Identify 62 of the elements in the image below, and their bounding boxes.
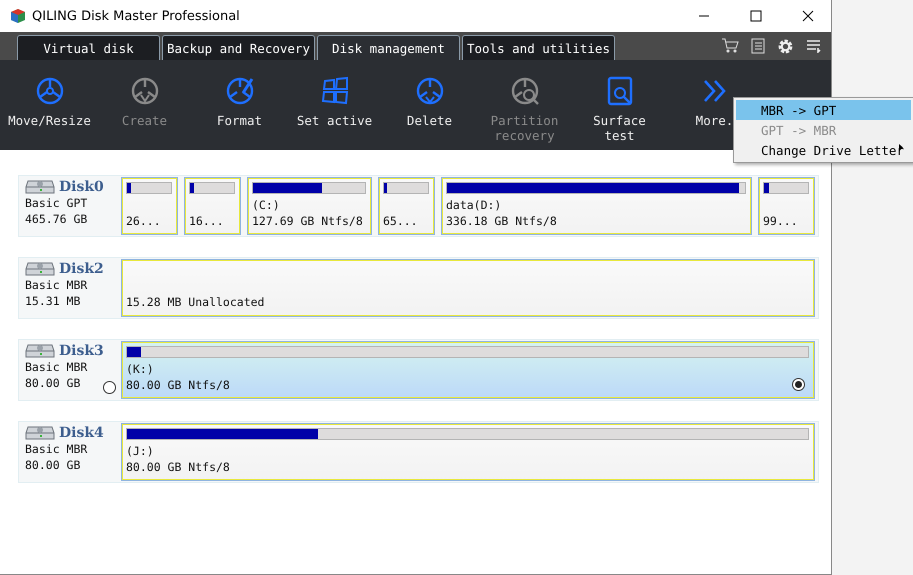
- app-logo-icon: [10, 8, 26, 24]
- partition-block[interactable]: 65...: [378, 178, 434, 234]
- disk-size: 15.31 MB: [25, 293, 80, 309]
- partition-info: 80.00 GB Ntfs/8: [126, 459, 230, 475]
- cart-icon[interactable]: [721, 38, 739, 54]
- partition-block[interactable]: (J:) 80.00 GB Ntfs/8: [122, 424, 814, 480]
- partition-block[interactable]: 99...: [759, 178, 814, 234]
- toolbar-button[interactable]: Format: [192, 60, 287, 150]
- toolbar-button[interactable]: Move/Resize: [2, 60, 97, 150]
- hard-drive-icon: [25, 425, 55, 441]
- tab[interactable]: Virtual disk: [17, 35, 160, 60]
- hard-drive-icon: [25, 261, 55, 277]
- disk-row[interactable]: Disk0 Basic GPT 465.76 GB 26... 16... (C:) 127.69 GB Ntfs/8 65... data(D:) 336.18 GB Ntfs/8 99...: [18, 175, 819, 237]
- document-icon[interactable]: [751, 38, 765, 54]
- partition-block[interactable]: data(D:) 336.18 GB Ntfs/8: [442, 178, 751, 234]
- tab[interactable]: Disk management: [317, 35, 460, 60]
- partition-label: data(D:): [446, 197, 502, 213]
- disk-type: Basic GPT: [25, 195, 88, 211]
- disk-row[interactable]: Disk3 Basic MBR 80.00 GB (K:) 80.00 GB Ntfs/8: [18, 339, 819, 401]
- disk-row[interactable]: Disk2 Basic MBR 15.31 MB 15.28 MB Unallocated: [18, 257, 819, 319]
- partition-info: 16...: [189, 213, 224, 229]
- toolbar-button[interactable]: Set active: [287, 60, 382, 150]
- maximize-icon: [750, 10, 762, 22]
- menu-item[interactable]: MBR -> GPT: [736, 100, 911, 120]
- toolbar-button[interactable]: Surface test: [572, 60, 667, 150]
- disk-name: Disk4: [59, 425, 104, 441]
- window-title: QILING Disk Master Professional: [32, 8, 241, 24]
- partition-info: 26...: [126, 213, 161, 229]
- radio-button[interactable]: [792, 378, 805, 391]
- radio-button[interactable]: [103, 381, 116, 394]
- disk-type: Basic MBR: [25, 441, 88, 457]
- partition-info: 80.00 GB Ntfs/8: [126, 377, 230, 393]
- disk-name: Disk3: [59, 343, 104, 359]
- partition-label: (K:): [126, 361, 154, 377]
- partition-info: 99...: [763, 213, 798, 229]
- disk-type: Basic MBR: [25, 359, 88, 375]
- partition-block[interactable]: (K:) 80.00 GB Ntfs/8: [122, 342, 814, 398]
- tab[interactable]: Backup and Recovery: [162, 35, 315, 60]
- hard-drive-icon: [25, 343, 55, 359]
- partition-info: 15.28 MB Unallocated: [126, 294, 264, 310]
- tab[interactable]: Tools and utilities: [462, 35, 615, 60]
- disk-size: 80.00 GB: [25, 375, 80, 391]
- settings-icon[interactable]: [777, 38, 794, 54]
- partition-info: 336.18 GB Ntfs/8: [446, 213, 557, 229]
- disk-name: Disk0: [59, 179, 104, 195]
- disk-size: 465.76 GB: [25, 211, 88, 227]
- partition-label: (J:): [126, 443, 154, 459]
- disk-size: 80.00 GB: [25, 457, 80, 473]
- disk-row[interactable]: Disk4 Basic MBR 80.00 GB (J:) 80.00 GB Ntfs/8: [18, 421, 819, 483]
- partition-block[interactable]: 16...: [185, 178, 240, 234]
- close-icon: [802, 10, 814, 22]
- disk-type: Basic MBR: [25, 277, 88, 293]
- partition-block[interactable]: (C:) 127.69 GB Ntfs/8: [248, 178, 371, 234]
- hard-drive-icon: [25, 179, 55, 195]
- partition-label: (C:): [252, 197, 280, 213]
- toolbar-button[interactable]: Delete: [382, 60, 477, 150]
- menu-icon[interactable]: [806, 39, 821, 53]
- partition-info: 65...: [382, 213, 418, 229]
- partition-block[interactable]: 26...: [122, 178, 177, 234]
- partition-block[interactable]: 15.28 MB Unallocated: [122, 260, 814, 316]
- disk-name: Disk2: [59, 261, 104, 277]
- partition-info: 127.69 GB Ntfs/8: [252, 213, 363, 229]
